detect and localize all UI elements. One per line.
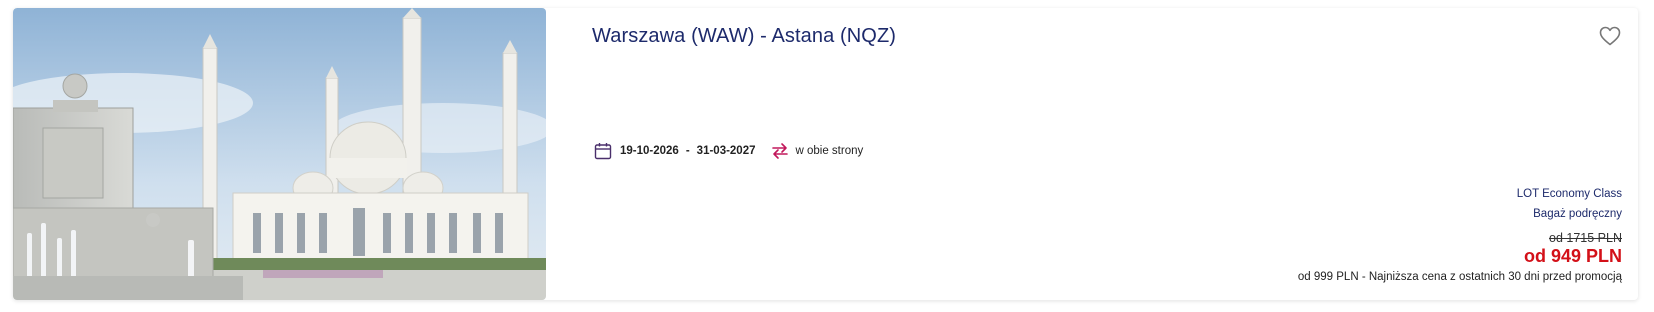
offer-card[interactable]: Warszawa (WAW) - Astana (NQZ) 19-10-2026…: [13, 8, 1638, 300]
route-title[interactable]: Warszawa (WAW) - Astana (NQZ): [592, 25, 896, 48]
lowest-price-note: od 999 PLN - Najniższa cena z ostatnich …: [1297, 271, 1622, 283]
travel-dates-row: 19-10-2026 - 31-03-2027 w obie strony: [594, 142, 863, 160]
price-block: LOT Economy Class Bagaż podręczny od 171…: [1298, 184, 1622, 285]
promo-price: od 949 PLN: [1523, 246, 1622, 266]
mosque-photo-illustration: [13, 8, 546, 300]
calendar-icon: [594, 143, 612, 160]
offer-details: Warszawa (WAW) - Astana (NQZ) 19-10-2026…: [546, 8, 1638, 300]
date-from: 19-10-2026: [620, 145, 679, 157]
destination-photo[interactable]: [13, 8, 546, 300]
heart-outline-icon[interactable]: [1598, 24, 1622, 48]
date-separator: -: [685, 145, 690, 157]
old-price: od 1715 PLN: [1549, 231, 1622, 245]
baggage-info: Bagaż podręczny: [1533, 208, 1622, 220]
round-trip-arrows-icon: [771, 143, 788, 159]
cabin-class: LOT Economy Class: [1516, 188, 1622, 200]
date-to: 31-03-2027: [696, 145, 756, 157]
trip-type: w obie strony: [795, 145, 864, 157]
